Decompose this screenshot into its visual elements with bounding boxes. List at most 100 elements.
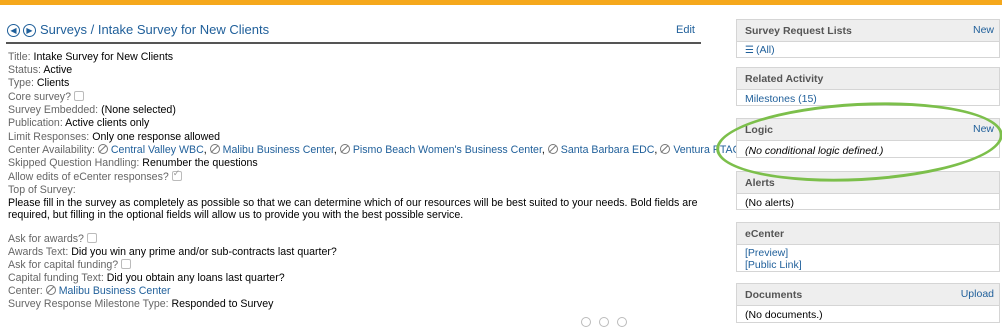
limit-label: Limit Responses: [8, 131, 90, 143]
panel-header: Documents Upload [737, 284, 999, 306]
awards-text-label: Awards Text: [8, 246, 69, 258]
panel-title: eCenter [745, 228, 785, 240]
field-top-of-survey: Top of Survey: [8, 184, 76, 197]
panel-body: (No alerts) [745, 197, 795, 209]
top-accent-bar [0, 0, 1002, 5]
milestone-value: Responded to Survey [171, 298, 274, 310]
title-label: Title: [8, 51, 31, 63]
core-survey-checkbox [74, 91, 84, 101]
skipped-label: Skipped Question Handling: [8, 157, 140, 169]
panel-header: eCenter [737, 223, 999, 245]
ask-awards-label: Ask for awards? [8, 233, 84, 245]
edit-link[interactable]: Edit [676, 24, 695, 36]
breadcrumb: Surveys / Intake Survey for New Clients [40, 22, 269, 37]
center-availability-label: Center Availability: [8, 144, 95, 156]
status-label: Status: [8, 64, 41, 76]
page-dot[interactable] [599, 317, 609, 327]
allow-edits-checkbox [171, 168, 182, 181]
embedded-label: Survey Embedded: [8, 104, 99, 116]
public-link[interactable]: [Public Link] [745, 259, 991, 271]
field-center-availability: Center Availability: Central Valley WBC,… [8, 144, 740, 157]
panel-header: Related Activity [737, 68, 999, 90]
top-of-survey-label: Top of Survey: [8, 184, 76, 196]
field-awards-text: Awards Text: Did you win any prime and/o… [8, 246, 337, 259]
history-nav: ◀ ▶ [7, 24, 39, 37]
center-link[interactable]: Pismo Beach Women's Business Center [353, 144, 542, 156]
remove-icon[interactable] [339, 144, 350, 154]
ask-awards-checkbox [86, 233, 97, 243]
ask-capital-checkbox [121, 259, 132, 269]
panel-body: [Preview] [Public Link] [737, 245, 999, 275]
capital-text-value: Did you obtain any loans last quarter? [106, 272, 285, 284]
field-limit-responses: Limit Responses: Only one response allow… [8, 131, 220, 144]
field-embedded: Survey Embedded: (None selected) [8, 104, 176, 117]
panel-header: Alerts [737, 172, 999, 194]
field-core-survey: Core survey? [8, 91, 84, 104]
panel-body: (No conditional logic defined.) [745, 145, 884, 157]
pagination-dots [581, 317, 635, 330]
type-label: Type: [8, 77, 34, 89]
center-link[interactable]: Ventura PTAC [673, 144, 740, 156]
center-value-link[interactable]: Malibu Business Center [59, 285, 171, 297]
center-link[interactable]: Central Valley WBC [111, 144, 204, 156]
new-logic-link[interactable]: New [973, 123, 994, 135]
allow-edits-label: Allow edits of eCenter responses? [8, 171, 169, 183]
top-of-survey-text: Please fill in the survey as completely … [8, 197, 698, 221]
remove-icon[interactable] [45, 285, 56, 295]
upload-link[interactable]: Upload [961, 288, 994, 300]
survey-request-lists-panel: Survey Request Lists New ☰ (All) [736, 19, 1000, 58]
center-label: Center: [8, 285, 43, 297]
field-type: Type: Clients [8, 77, 69, 90]
breadcrumb-surveys-link[interactable]: Surveys [40, 22, 87, 37]
preview-link[interactable]: [Preview] [745, 247, 991, 259]
field-ask-awards: Ask for awards? [8, 233, 97, 246]
milestones-link[interactable]: Milestones (15) [745, 93, 991, 105]
capital-text-label: Capital funding Text: [8, 272, 104, 284]
page-dot[interactable] [617, 317, 627, 327]
logic-panel: Logic New (No conditional logic defined.… [736, 118, 1000, 158]
survey-detail-panel: ◀ ▶ Surveys / Intake Survey for New Clien… [6, 22, 740, 327]
skipped-value: Renumber the questions [142, 157, 258, 169]
core-survey-label: Core survey? [8, 91, 71, 103]
related-activity-panel: Related Activity Milestones (15) [736, 67, 1000, 106]
breadcrumb-separator: / [90, 22, 95, 37]
center-link[interactable]: Santa Barbara EDC [561, 144, 655, 156]
back-arrow-icon[interactable]: ◀ [7, 24, 20, 37]
request-list-all[interactable]: ☰ (All) [745, 44, 991, 57]
page-title: Intake Survey for New Clients [97, 22, 270, 37]
ecenter-panel: eCenter [Preview] [Public Link] [736, 222, 1000, 272]
field-skipped-question: Skipped Question Handling: Renumber the … [8, 157, 258, 170]
panel-title: Logic [745, 124, 773, 136]
limit-value: Only one response allowed [92, 131, 221, 143]
center-link[interactable]: Malibu Business Center [223, 144, 334, 156]
panel-header: ◀ ▶ Surveys / Intake Survey for New Clien… [6, 22, 701, 44]
alerts-panel: Alerts (No alerts) [736, 171, 1000, 210]
ask-capital-label: Ask for capital funding? [8, 259, 119, 271]
remove-icon[interactable] [660, 144, 671, 154]
list-icon: ☰ [745, 45, 754, 56]
panel-body: ☰ (All) [737, 42, 999, 61]
remove-icon[interactable] [209, 144, 220, 154]
field-center: Center: Malibu Business Center [8, 285, 171, 298]
publication-label: Publication: [8, 117, 63, 129]
panel-title: Survey Request Lists [745, 25, 852, 37]
field-status: Status: Active [8, 64, 72, 77]
field-title: Title: Intake Survey for New Clients [8, 51, 173, 64]
page-dot[interactable] [581, 317, 591, 327]
milestone-label: Survey Response Milestone Type: [8, 298, 169, 310]
remove-icon[interactable] [97, 144, 108, 154]
new-request-list-link[interactable]: New [973, 24, 994, 36]
field-allow-edits: Allow edits of eCenter responses? [8, 168, 182, 184]
status-value: Active [43, 64, 73, 76]
remove-icon[interactable] [547, 144, 558, 154]
forward-arrow-icon[interactable]: ▶ [23, 24, 36, 37]
panel-title: Documents [745, 289, 803, 301]
field-ask-capital: Ask for capital funding? [8, 259, 132, 272]
panel-body: (No documents.) [745, 309, 823, 321]
embedded-value: (None selected) [101, 104, 176, 116]
field-publication: Publication: Active clients only [8, 117, 149, 130]
panel-title: Related Activity [745, 73, 824, 85]
panel-header: Logic New [737, 119, 999, 141]
field-capital-text: Capital funding Text: Did you obtain any… [8, 272, 285, 285]
title-value: Intake Survey for New Clients [33, 51, 174, 63]
